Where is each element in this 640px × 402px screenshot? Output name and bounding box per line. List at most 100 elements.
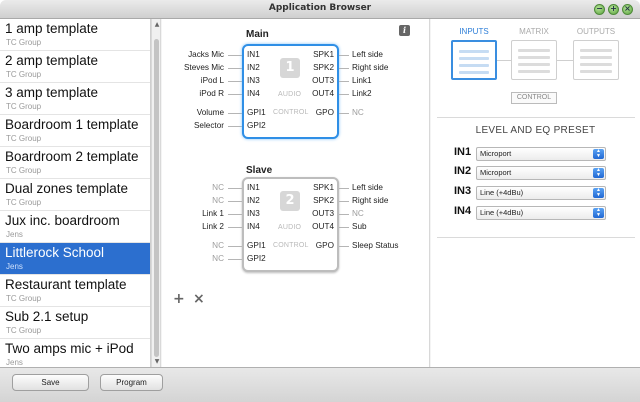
template-name: Dual zones template — [5, 181, 129, 196]
connector-line — [339, 201, 349, 202]
list-item[interactable]: 3 amp template TC Group — [0, 83, 150, 115]
eq-preset-select-in4[interactable]: Line (+4dBu) ▲ ▼ — [476, 206, 606, 220]
list-scrollbar[interactable]: ▲ ▼ — [151, 19, 161, 367]
port-label: SPK2 — [313, 63, 334, 72]
output-label: Link2 — [352, 89, 372, 98]
eq-preset-select-in3[interactable]: Line (+4dBu) ▲ ▼ — [476, 186, 606, 200]
control-tab-button[interactable]: CONTROL — [511, 92, 557, 104]
gpo-label: Sleep Status — [352, 241, 399, 250]
output-label: Right side — [352, 196, 389, 205]
eq-input-label: IN4 — [454, 205, 472, 217]
template-name: Sub 2.1 setup — [5, 309, 89, 324]
connector-line — [497, 60, 511, 61]
control-label: CONTROL — [273, 242, 309, 249]
connector-line — [339, 214, 349, 215]
audio-label: AUDIO — [278, 91, 302, 98]
list-item[interactable]: Jux inc. boardroom Jens — [0, 211, 150, 243]
template-name: Jux inc. boardroom — [5, 213, 120, 228]
list-item[interactable]: Boardroom 1 template TC Group — [0, 115, 150, 147]
connector-line — [228, 94, 242, 95]
port-label: IN1 — [247, 50, 260, 59]
template-owner: TC Group — [6, 134, 42, 143]
list-item[interactable]: Two amps mic + iPod Jens — [0, 339, 150, 367]
tab-matrix[interactable]: MATRIX — [510, 27, 558, 36]
template-owner: TC Group — [6, 294, 42, 303]
connector-line — [339, 246, 349, 247]
gpi-label: Selector — [193, 121, 224, 130]
eq-preset-select-in2[interactable]: Microport ▲ ▼ — [476, 166, 606, 180]
matrix-view-icon[interactable] — [511, 40, 557, 80]
save-button[interactable]: Save — [12, 374, 89, 391]
connector-line — [228, 68, 242, 69]
port-label: IN1 — [247, 183, 260, 192]
template-owner: TC Group — [6, 198, 42, 207]
device-number: 1 — [280, 58, 300, 78]
list-item[interactable]: Boardroom 2 template TC Group — [0, 147, 150, 179]
connector-line — [339, 68, 349, 69]
connector-line — [339, 113, 349, 114]
remove-icon[interactable]: × — [193, 291, 205, 307]
list-item[interactable]: Sub 2.1 setup TC Group — [0, 307, 150, 339]
tab-outputs[interactable]: OUTPUTS — [572, 27, 620, 36]
tab-inputs[interactable]: INPUTS — [450, 27, 498, 36]
list-item[interactable]: 2 amp template TC Group — [0, 51, 150, 83]
inputs-view-icon[interactable] — [451, 40, 497, 80]
list-item[interactable]: Dual zones template TC Group — [0, 179, 150, 211]
connector-line — [339, 188, 349, 189]
input-label: Link 1 — [202, 209, 224, 218]
list-item-selected[interactable]: Littlerock School Jens — [0, 243, 150, 275]
close-icon[interactable]: × — [622, 4, 633, 15]
port-label: IN2 — [247, 196, 260, 205]
maximize-icon[interactable]: + — [608, 4, 619, 15]
port-label: IN3 — [247, 76, 260, 85]
list-item[interactable]: 1 amp template TC Group — [0, 19, 150, 51]
audio-label: AUDIO — [278, 224, 302, 231]
scroll-down-icon[interactable]: ▼ — [153, 358, 161, 365]
port-label: IN4 — [247, 222, 260, 231]
port-label: GPI1 — [247, 108, 266, 117]
application-window: Application Browser − + × 1 amp template… — [0, 0, 640, 402]
scrollbar-thumb[interactable] — [154, 39, 159, 357]
template-owner: TC Group — [6, 102, 42, 111]
select-arrow-icon: ▲ ▼ — [593, 168, 604, 178]
window-title: Application Browser — [268, 3, 372, 13]
connector-line — [228, 259, 242, 260]
port-label: GPO — [315, 241, 334, 250]
input-label: Steves Mic — [183, 63, 224, 72]
eq-preset-select-in1[interactable]: Microport ▲ ▼ — [476, 147, 606, 161]
connector-line — [228, 201, 242, 202]
device-slave[interactable]: 2 IN1 IN2 IN3 IN4 SPK1 SPK2 OUT3 OUT4 AU… — [242, 177, 339, 272]
title-bar: Application Browser − + × — [0, 0, 640, 19]
add-icon[interactable]: + — [173, 291, 185, 307]
template-list[interactable]: 1 amp template TC Group 2 amp template T… — [0, 19, 151, 367]
output-label: Right side — [352, 63, 389, 72]
port-label: GPO — [315, 108, 334, 117]
connector-line — [228, 113, 242, 114]
connector-line — [339, 55, 349, 56]
program-button[interactable]: Program — [100, 374, 163, 391]
connector-line — [339, 81, 349, 82]
device-main[interactable]: 1 IN1 IN2 IN3 IN4 SPK1 SPK2 OUT3 OUT4 AU… — [242, 44, 339, 139]
connector-line — [228, 55, 242, 56]
connector-line — [228, 214, 242, 215]
list-item[interactable]: Restaurant template TC Group — [0, 275, 150, 307]
output-label: Sub — [352, 222, 367, 231]
port-label: SPK2 — [313, 196, 334, 205]
input-label: Link 2 — [202, 222, 224, 231]
input-label: Jacks Mic — [188, 50, 224, 59]
info-icon[interactable]: i — [399, 25, 410, 36]
template-name: Boardroom 2 template — [5, 149, 139, 164]
eq-input-label: IN3 — [454, 185, 472, 197]
port-label: IN3 — [247, 209, 260, 218]
eq-preset-title: LEVEL AND EQ PRESET — [475, 125, 596, 136]
template-owner: Jens — [6, 358, 23, 367]
minimize-icon[interactable]: − — [594, 4, 605, 15]
scroll-up-icon[interactable]: ▲ — [153, 21, 161, 28]
outputs-view-icon[interactable] — [573, 40, 619, 80]
device-panel: i Main Jacks Mic Steves Mic iPod L iPod … — [162, 19, 430, 367]
template-owner: TC Group — [6, 166, 42, 175]
select-arrow-icon: ▲ ▼ — [593, 149, 604, 159]
select-value: Line (+4dBu) — [480, 188, 524, 197]
gpi-label: NC — [212, 254, 224, 263]
template-owner: TC Group — [6, 70, 42, 79]
